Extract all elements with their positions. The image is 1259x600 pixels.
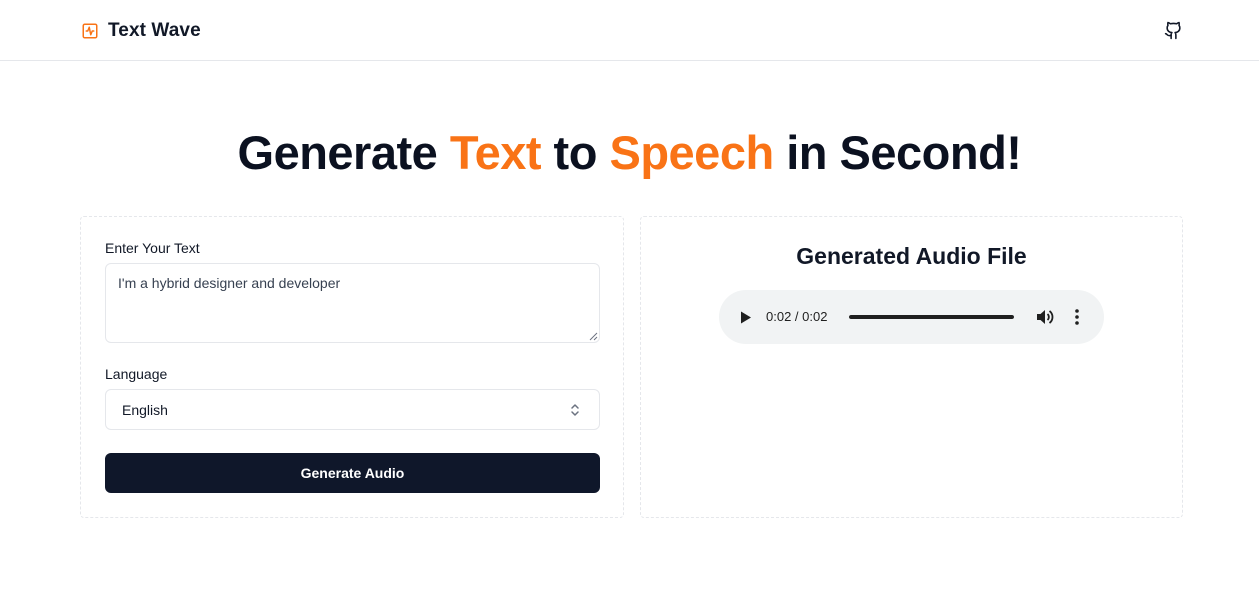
headline-part-3: in Second!	[773, 126, 1022, 179]
activity-icon	[82, 23, 98, 39]
chevrons-up-down-icon	[571, 404, 579, 416]
more-options-button[interactable]	[1067, 307, 1087, 327]
headline-highlight-text: Text	[449, 126, 542, 179]
volume-button[interactable]	[1035, 307, 1055, 327]
audio-player: 0:02 / 0:02	[719, 290, 1104, 344]
github-link[interactable]	[1162, 19, 1184, 41]
headline-part-1: Generate	[237, 126, 450, 179]
app-name: Text Wave	[108, 20, 201, 41]
language-label: Language	[105, 366, 168, 382]
text-input[interactable]	[105, 263, 600, 343]
headline-highlight-speech: Speech	[609, 126, 774, 179]
github-icon	[1164, 21, 1181, 39]
hero-headline: Generate Text to Speech in Second!	[0, 124, 1259, 182]
current-time: 0:02	[766, 309, 792, 324]
seek-bar[interactable]	[849, 315, 1014, 319]
volume-icon	[1037, 310, 1054, 324]
more-vertical-icon	[1075, 309, 1079, 325]
audio-output-title: Generated Audio File	[796, 243, 1027, 269]
playback-time: 0:02 / 0:02	[766, 309, 827, 325]
play-icon	[741, 311, 751, 323]
seek-progress	[849, 315, 1014, 319]
top-navbar: Text Wave	[0, 0, 1259, 61]
input-card: Enter Your Text Language English Generat…	[80, 216, 624, 518]
headline-part-2: to	[541, 126, 610, 179]
language-select[interactable]: English	[105, 389, 600, 430]
time-separator: /	[791, 309, 803, 324]
language-selected-value: English	[122, 401, 168, 418]
duration: 0:02	[802, 309, 828, 324]
brand-logo[interactable]: Text Wave	[81, 19, 201, 43]
output-card: Generated Audio File 0:02 / 0:02	[640, 216, 1183, 518]
text-input-label: Enter Your Text	[105, 240, 200, 256]
generate-audio-button[interactable]: Generate Audio	[105, 453, 600, 493]
play-button[interactable]	[736, 307, 756, 327]
